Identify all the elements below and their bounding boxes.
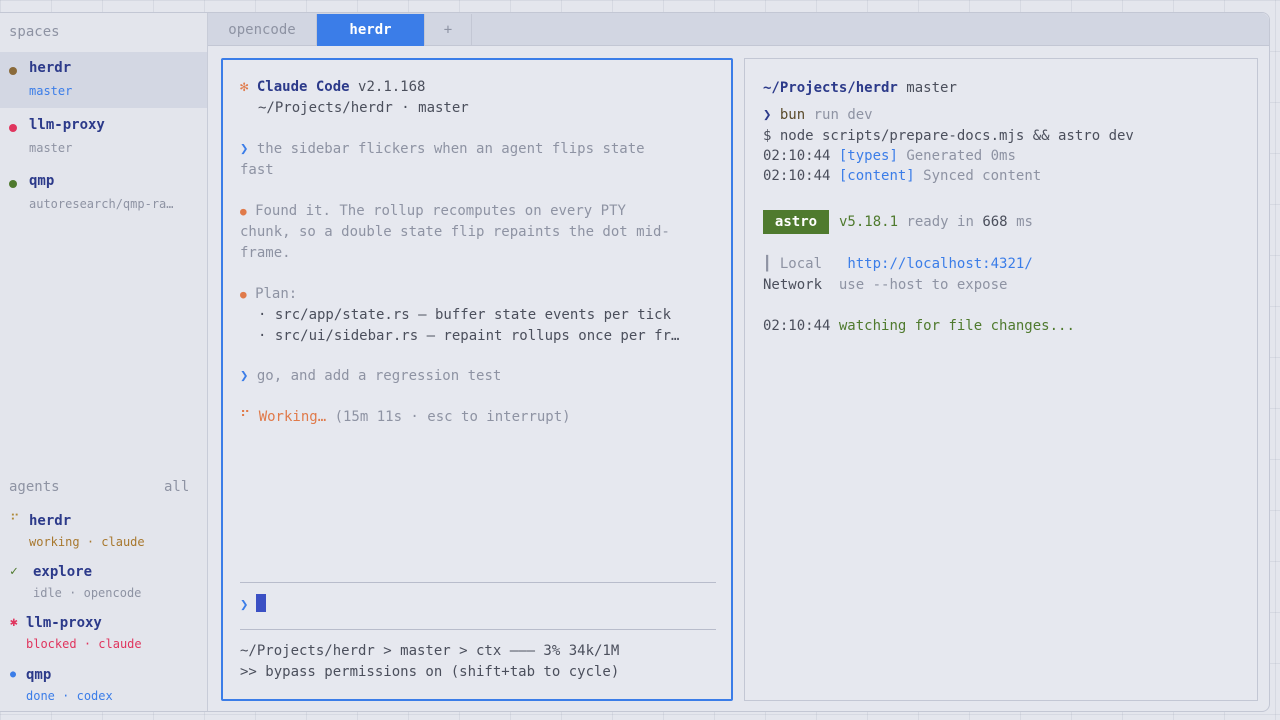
cwd-path: ~/Projects/herdr [763,80,898,96]
agent-name: llm-proxy [26,615,102,631]
space-item-herdr[interactable]: herdr master [0,52,207,108]
agent-item-herdr[interactable]: ⠋ herdr working · claude [0,513,207,563]
agent-item-explore[interactable]: ✓ explore idle · opencode [0,564,207,614]
space-item-llm-proxy[interactable]: llm-proxy master [0,109,207,165]
exec-line: $ node scripts/prepare-docs.mjs && astro… [763,128,1134,144]
assistant-response: ● Found it. The rollup recomputes on eve… [240,203,626,219]
spaces-title: spaces [9,24,60,40]
agent-name: herdr [29,513,72,529]
agent-name: explore [33,564,93,580]
space-name: herdr [29,60,72,76]
prompt-chevron-icon: ❯ [763,107,772,123]
spinner-icon: ⠋ [10,513,20,528]
terminal-pane-dev-server[interactable]: ~/Projects/herdr master ❯ bun run dev $ … [744,58,1258,701]
space-name: llm-proxy [29,117,105,133]
status-dot-icon [9,124,17,132]
permissions-line: >> bypass permissions on (shift+tab to c… [240,664,620,680]
user-message: ❯ go, and add a regression test [240,368,502,384]
log-line: 02:10:44 [content] Synced content [763,168,1042,184]
plan-title: ● Plan: [240,286,298,302]
space-name: qmp [29,173,55,189]
user-message-cont: fast [240,162,274,178]
claude-logo-icon: ✻ [240,79,249,95]
terminal-pane-claude[interactable]: ✻ Claude Code v2.1.168 ~/Projects/herdr … [221,58,733,701]
bullet-icon: ● [240,288,247,301]
status-line: ~/Projects/herdr > master > ctx ——— 3% 3… [240,643,620,659]
agent-status: blocked · claude [26,637,142,651]
assistant-response-cont: chunk, so a double state flip repaints t… [240,224,670,240]
astro-ready-line: v5.18.1 ready in 668 ms [839,214,1033,230]
claude-header: ✻ Claude Code v2.1.168 [240,77,425,97]
local-url-line: ┃ Local http://localhost:4321/ [763,256,1033,272]
tab-bar: opencode herdr + [208,13,1269,46]
spinner-icon: ⠋ [240,409,251,425]
status-dot-icon [9,67,17,75]
agent-status: idle · opencode [33,586,142,600]
tab-opencode[interactable]: opencode [208,14,317,46]
plan-item: · src/app/state.rs — buffer state events… [258,307,672,323]
space-branch: autoresearch/qmp-ra… [29,197,174,211]
command-line: ❯ bun run dev [763,107,873,123]
user-message: ❯ the sidebar flickers when an agent fli… [240,141,645,157]
prompt-chevron-icon: ❯ [240,141,249,157]
log-line: 02:10:44 [types] Generated 0ms [763,148,1016,164]
local-url-link[interactable]: http://localhost:4321/ [847,256,1032,272]
tab-herdr[interactable]: herdr [317,14,424,46]
agents-filter-all[interactable]: all [164,479,189,495]
checkmark-icon: ✓ [10,564,18,579]
working-status: ⠋ Working… (15m 11s · esc to interrupt) [240,409,571,425]
sidebar: spaces herdr master llm-proxy master qmp… [0,13,208,711]
git-branch: master [906,80,957,96]
space-item-qmp[interactable]: qmp autoresearch/qmp-ra… [0,165,207,221]
agent-status: done · codex [26,689,113,703]
shell-prompt-header: ~/Projects/herdr master [763,78,957,98]
status-dot-icon [9,180,17,188]
agent-name: qmp [26,667,52,683]
claude-cwd: ~/Projects/herdr · master [258,100,469,116]
watch-line: 02:10:44 watching for file changes... [763,318,1075,334]
space-branch: master [29,141,73,155]
assistant-response-cont: frame. [240,245,291,261]
done-dot-icon: ● [10,669,17,680]
app-window: spaces herdr master llm-proxy master qmp… [0,12,1270,712]
input-divider-top [240,582,716,583]
agent-status: working · claude [29,535,145,549]
space-branch: master [29,84,73,98]
prompt-chevron-icon: ❯ [240,368,249,384]
new-tab-button[interactable]: + [424,14,472,46]
agent-item-qmp[interactable]: ● qmp done · codex [0,667,207,717]
plan-item: · src/ui/sidebar.rs — repaint rollups on… [258,328,680,344]
agent-item-llm-proxy[interactable]: ✱ llm-proxy blocked · claude [0,615,207,665]
input-divider-bottom [240,629,716,630]
input-prompt-chevron-icon: ❯ [240,597,249,613]
bullet-icon: ● [240,205,247,218]
app-version: v2.1.168 [358,79,426,95]
agents-title: agents [9,479,60,495]
astro-badge: astro [763,210,829,234]
asterisk-icon: ✱ [10,615,18,630]
network-line: Network use --host to expose [763,277,1008,293]
app-name: Claude Code [256,79,350,95]
text-cursor[interactable] [256,594,266,612]
